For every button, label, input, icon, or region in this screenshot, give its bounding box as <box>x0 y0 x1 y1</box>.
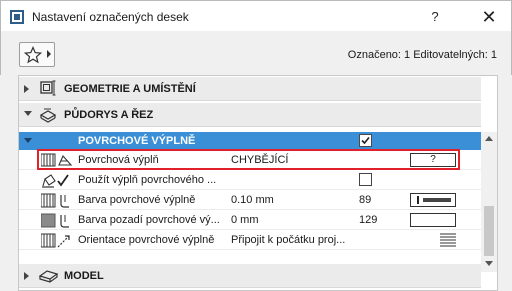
orientation-pattern-icon[interactable] <box>440 233 456 247</box>
close-button[interactable]: ✕ <box>479 7 499 27</box>
background-preview[interactable] <box>410 213 456 227</box>
dropdown-arrow-icon <box>47 50 51 58</box>
star-icon <box>24 46 42 64</box>
scroll-down-icon[interactable] <box>485 261 493 266</box>
pen-line-swatch <box>423 198 451 202</box>
section-plans[interactable]: PŮDORYS A ŘEZ <box>19 103 481 127</box>
fill-pattern-icon <box>41 153 73 167</box>
help-button[interactable]: ? <box>425 7 445 27</box>
expand-arrow-icon[interactable] <box>24 272 29 280</box>
pen-number: 89 <box>359 194 372 206</box>
pen-line-swatch <box>417 196 419 204</box>
window-title: Nastavení označených desek <box>32 10 189 24</box>
use-fill-checkbox[interactable] <box>359 173 372 186</box>
fill-picker-value: ? <box>430 154 436 165</box>
section-label: PŮDORYS A ŘEZ <box>64 109 154 121</box>
pen-number: 129 <box>359 214 378 226</box>
row-use-surface-fill[interactable]: Použít výplň povrchového ... <box>19 170 481 190</box>
floorplan-icon <box>39 108 57 123</box>
expand-arrow-icon[interactable] <box>24 85 29 93</box>
row-surface-fill[interactable]: Povrchová výplň CHYBĚJÍCÍ ? <box>19 150 481 170</box>
subsection-surface-fills[interactable]: POVRCHOVÉ VÝPLNĚ <box>19 132 481 150</box>
surface-fills-checkbox[interactable] <box>359 134 372 147</box>
section-label: GEOMETRIE A UMÍSTĚNÍ <box>64 83 196 95</box>
app-icon <box>10 10 24 24</box>
section-geometry[interactable]: GEOMETRIE A UMÍSTĚNÍ <box>19 77 481 101</box>
fill-orientation-icon <box>41 233 70 248</box>
section-model[interactable]: MODEL <box>19 264 481 288</box>
row-value: 0.10 mm <box>231 194 274 206</box>
fill-picker-field[interactable]: ? <box>410 153 456 167</box>
scroll-up-icon[interactable] <box>485 136 493 141</box>
properties-panel: GEOMETRIE A UMÍSTĚNÍ PŮDORYS A ŘEZ POVRC… <box>18 75 498 291</box>
scrollbar-thumb[interactable] <box>484 206 494 256</box>
row-fill-color[interactable]: Barva povrchové výplně 0.10 mm 89 <box>19 190 481 210</box>
selection-info: Označeno: 1 Editovatelných: 1 <box>347 49 497 61</box>
collapse-arrow-icon[interactable] <box>24 138 32 143</box>
row-value: 0 mm <box>231 214 259 226</box>
title-bar: Nastavení označených desek ? ✕ <box>0 0 512 31</box>
model-icon <box>39 270 59 283</box>
row-fill-background[interactable]: Barva pozadí povrchové vý... 0 mm 129 <box>19 210 481 230</box>
row-label: Povrchová výplň <box>78 154 159 166</box>
section-label: MODEL <box>64 270 104 282</box>
pen-weight-icon <box>41 193 69 208</box>
row-value: Připojit k počátku proj... <box>231 234 346 246</box>
row-value: CHYBĚJÍCÍ <box>231 154 289 166</box>
row-label: Barva povrchové výplně <box>78 194 196 206</box>
row-label: Barva pozadí povrchové vý... <box>78 214 220 226</box>
checkmark-icon <box>361 136 370 145</box>
collapse-arrow-icon[interactable] <box>24 111 32 116</box>
favorites-button[interactable] <box>19 42 55 67</box>
subsection-label: POVRCHOVÉ VÝPLNĚ <box>78 135 196 147</box>
row-fill-orientation[interactable]: Orientace povrchové výplně Připojit k po… <box>19 230 481 250</box>
toolbar: Označeno: 1 Editovatelných: 1 <box>0 31 512 75</box>
row-label: Orientace povrchové výplně <box>78 234 215 246</box>
paint-bucket-icon <box>42 174 69 188</box>
background-fill-icon <box>41 213 69 228</box>
row-label: Použít výplň povrchového ... <box>78 174 217 186</box>
pen-preview[interactable] <box>410 193 456 207</box>
vertical-scrollbar[interactable] <box>481 132 497 272</box>
geometry-icon <box>40 80 56 96</box>
